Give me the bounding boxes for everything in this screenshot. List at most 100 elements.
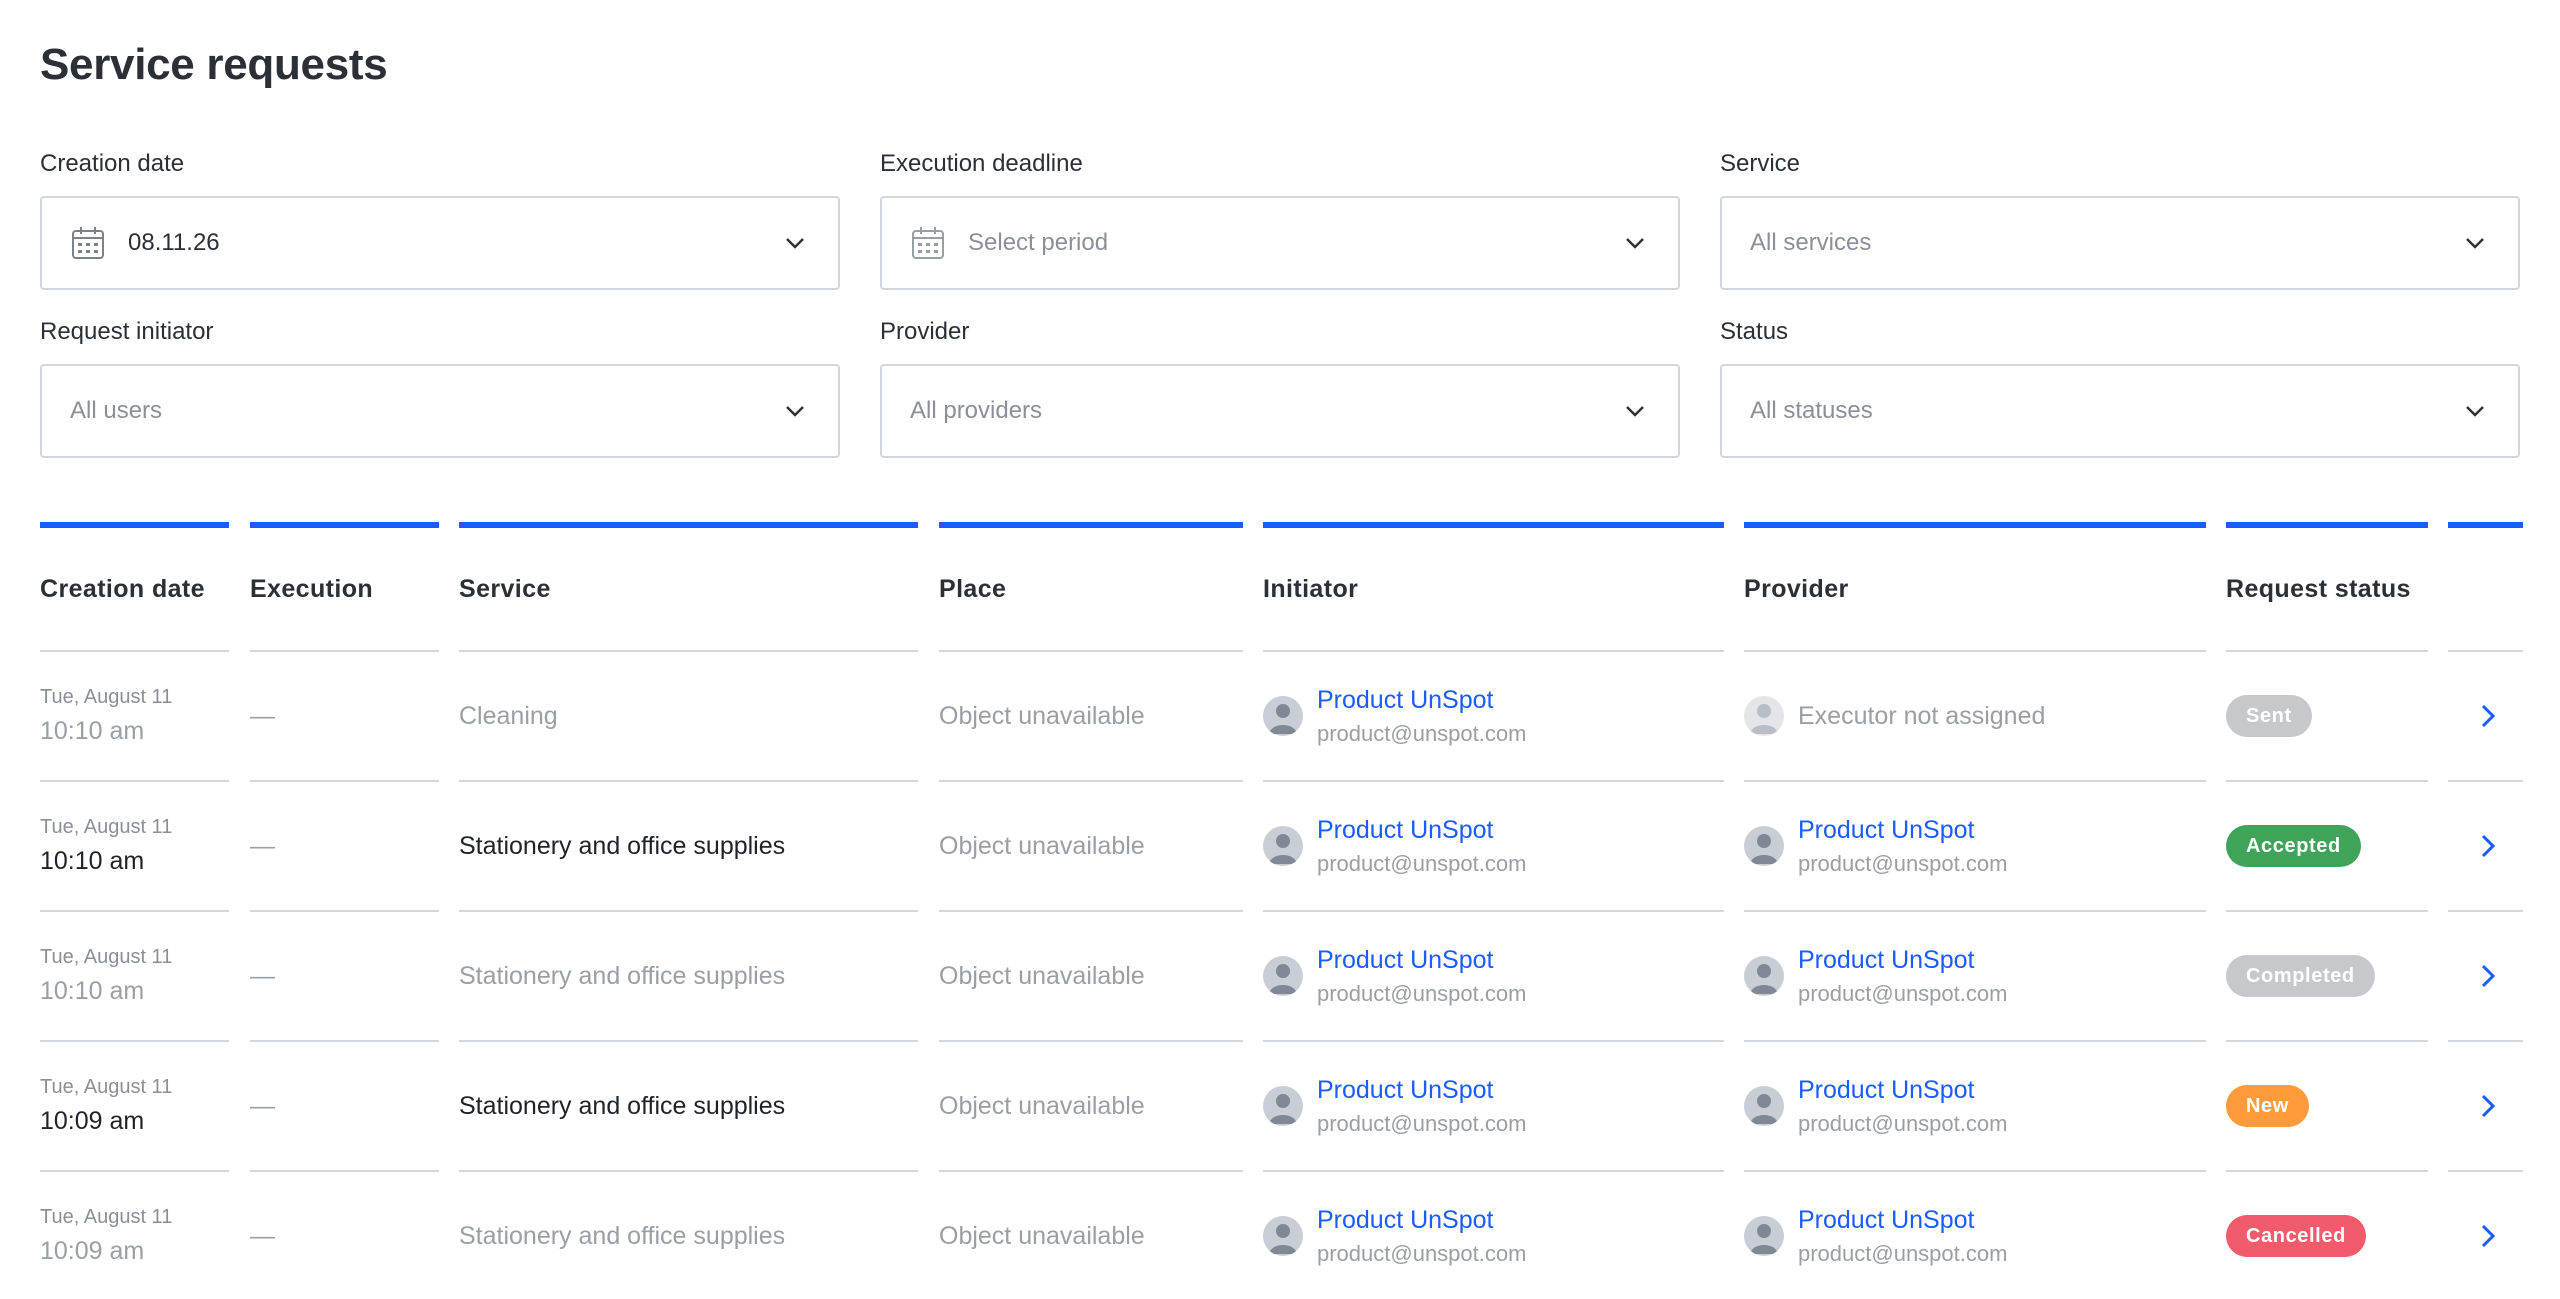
filter-provider: Provider All providers <box>880 318 1680 458</box>
table-row[interactable]: Tue, August 11 10:10 am — Cleaning Objec… <box>40 652 2523 782</box>
service-cell: Cleaning <box>459 652 918 782</box>
provider-person: Product UnSpot product@unspot.com <box>1744 945 2007 1007</box>
table-header: Creation date Execution Service Place In… <box>40 522 2523 652</box>
request-date: Tue, August 11 <box>40 686 173 708</box>
provider-name-link[interactable]: Product UnSpot <box>1798 945 2007 975</box>
status-cell: Completed <box>2226 912 2428 1042</box>
creation-date-cell: Tue, August 11 10:09 am <box>40 1172 229 1299</box>
initiator-cell: Product UnSpot product@unspot.com <box>1263 1042 1724 1172</box>
chevron-down-icon <box>2460 396 2490 426</box>
column-header-execution[interactable]: Execution <box>250 522 439 652</box>
filter-label: Service <box>1720 150 1801 177</box>
initiator-email: product@unspot.com <box>1317 721 1527 746</box>
row-action-cell <box>2448 652 2523 782</box>
request-date: Tue, August 11 <box>40 946 173 968</box>
provider-not-assigned: Executor not assigned <box>1798 701 2046 730</box>
initiator-person: Product UnSpot product@unspot.com <box>1263 685 1526 747</box>
service-select[interactable]: All services <box>1720 196 2520 290</box>
status-cell: Accepted <box>2226 782 2428 912</box>
execution-cell: — <box>250 782 439 912</box>
request-date: Tue, August 11 <box>40 1206 173 1228</box>
initiator-email: product@unspot.com <box>1317 851 1527 876</box>
provider-name-link[interactable]: Product UnSpot <box>1798 1075 2007 1105</box>
provider-select[interactable]: All providers <box>880 364 1680 458</box>
initiator-cell: Product UnSpot product@unspot.com <box>1263 782 1724 912</box>
page-title: Service requests <box>40 40 388 89</box>
user-avatar-icon <box>1263 1216 1303 1256</box>
initiator-name-link[interactable]: Product UnSpot <box>1317 1205 1526 1235</box>
filter-label: Provider <box>880 318 970 345</box>
provider-person: Product UnSpot product@unspot.com <box>1744 1075 2007 1137</box>
provider-person: Product UnSpot product@unspot.com <box>1744 815 2007 877</box>
filter-execution-deadline: Execution deadline Select period <box>880 150 1680 290</box>
service-cell: Stationery and office supplies <box>459 912 918 1042</box>
initiator-email: product@unspot.com <box>1317 1241 1527 1266</box>
service-placeholder: All services <box>1750 229 1872 256</box>
filter-label: Status <box>1720 318 1789 345</box>
provider-person: Executor not assigned <box>1744 696 2045 736</box>
provider-email: product@unspot.com <box>1798 1241 2008 1266</box>
initiator-name-link[interactable]: Product UnSpot <box>1317 945 1526 975</box>
provider-name-link[interactable]: Product UnSpot <box>1798 815 2007 845</box>
service-cell: Stationery and office supplies <box>459 782 918 912</box>
provider-placeholder: All providers <box>910 397 1043 424</box>
place-cell: Object unavailable <box>939 782 1243 912</box>
column-header-service[interactable]: Service <box>459 522 918 652</box>
chevron-right-icon[interactable] <box>2448 1093 2523 1119</box>
status-badge: Completed <box>2226 955 2375 997</box>
user-avatar-icon <box>1263 696 1303 736</box>
column-header-creation-date[interactable]: Creation date <box>40 522 229 652</box>
user-avatar-icon <box>1744 1086 1784 1126</box>
table-row[interactable]: Tue, August 11 10:09 am — Stationery and… <box>40 1042 2523 1172</box>
creation-date-cell: Tue, August 11 10:10 am <box>40 912 229 1042</box>
initiator-name-link[interactable]: Product UnSpot <box>1317 1075 1526 1105</box>
provider-email: product@unspot.com <box>1798 981 2008 1006</box>
status-badge: New <box>2226 1085 2309 1127</box>
provider-cell: Product UnSpot product@unspot.com <box>1744 1042 2206 1172</box>
table-row[interactable]: Tue, August 11 10:09 am — Stationery and… <box>40 1172 2520 1299</box>
status-badge: Accepted <box>2226 825 2361 867</box>
column-header-request-status[interactable]: Request status <box>2226 522 2428 652</box>
status-select[interactable]: All statuses <box>1720 364 2520 458</box>
column-header-provider[interactable]: Provider <box>1744 522 2206 652</box>
chevron-right-icon[interactable] <box>2448 1223 2523 1249</box>
status-cell: New <box>2226 1042 2428 1172</box>
initiator-cell: Product UnSpot product@unspot.com <box>1263 652 1724 782</box>
initiator-name-link[interactable]: Product UnSpot <box>1317 815 1526 845</box>
provider-name-link[interactable]: Product UnSpot <box>1798 1205 2007 1235</box>
row-action-cell <box>2448 912 2523 1042</box>
filter-service: Service All services <box>1720 150 2520 290</box>
table-body: Tue, August 11 10:10 am — Cleaning Objec… <box>40 652 2523 1299</box>
initiator-person: Product UnSpot product@unspot.com <box>1263 1205 1526 1267</box>
creation-date-select[interactable]: 08.11.26 <box>40 196 840 290</box>
initiator-name-link[interactable]: Product UnSpot <box>1317 685 1526 715</box>
provider-cell: Product UnSpot product@unspot.com <box>1744 782 2206 912</box>
chevron-right-icon[interactable] <box>2448 833 2523 859</box>
status-badge: Sent <box>2226 695 2312 737</box>
table-row[interactable]: Tue, August 11 10:10 am — Stationery and… <box>40 782 2523 912</box>
filter-label: Execution deadline <box>880 150 1083 177</box>
place-cell: Object unavailable <box>939 652 1243 782</box>
creation-date-cell: Tue, August 11 10:09 am <box>40 1042 229 1172</box>
request-time: 10:09 am <box>40 1237 145 1265</box>
column-header-initiator[interactable]: Initiator <box>1263 522 1724 652</box>
user-avatar-icon <box>1744 956 1784 996</box>
chevron-down-icon <box>2460 228 2490 258</box>
execution-cell: — <box>250 1172 439 1299</box>
initiator-cell: Product UnSpot product@unspot.com <box>1263 912 1724 1042</box>
chevron-right-icon[interactable] <box>2448 703 2523 729</box>
request-time: 10:10 am <box>40 977 145 1005</box>
chevron-right-icon[interactable] <box>2448 963 2523 989</box>
request-initiator-select[interactable]: All users <box>40 364 840 458</box>
table-row[interactable]: Tue, August 11 10:10 am — Stationery and… <box>40 912 2523 1042</box>
execution-deadline-select[interactable]: Select period <box>880 196 1680 290</box>
request-date: Tue, August 11 <box>40 1076 173 1098</box>
user-avatar-icon <box>1744 1216 1784 1256</box>
place-cell: Object unavailable <box>939 912 1243 1042</box>
initiator-person: Product UnSpot product@unspot.com <box>1263 1075 1526 1137</box>
user-avatar-icon <box>1744 826 1784 866</box>
execution-cell: — <box>250 912 439 1042</box>
column-header-place[interactable]: Place <box>939 522 1243 652</box>
user-avatar-icon <box>1744 696 1784 736</box>
status-cell: Sent <box>2226 652 2428 782</box>
